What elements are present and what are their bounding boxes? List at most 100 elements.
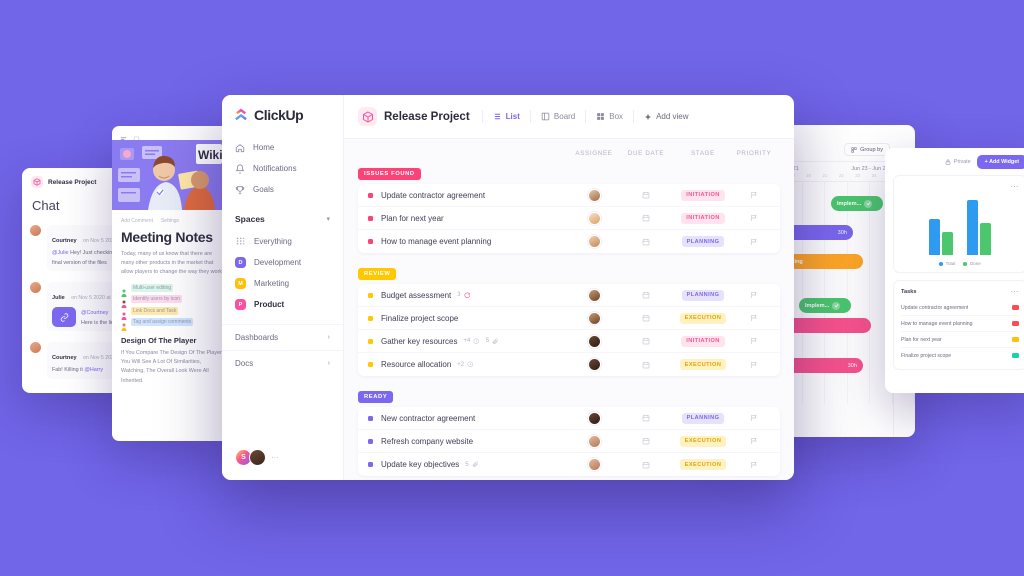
stage-badge[interactable]: EXECUTION bbox=[679, 435, 727, 447]
space-avatar: D bbox=[235, 257, 246, 268]
stage-badge[interactable]: INITIATION bbox=[681, 212, 725, 224]
priority-cell[interactable] bbox=[734, 414, 774, 422]
avatar[interactable] bbox=[587, 358, 601, 371]
due-date-cell[interactable] bbox=[620, 337, 672, 345]
gantt-bar[interactable]: Implem... bbox=[799, 298, 851, 313]
avatar[interactable] bbox=[587, 311, 601, 325]
avatar[interactable] bbox=[587, 334, 601, 348]
table-row[interactable]: Finalize project scope EXECUTION bbox=[358, 307, 780, 330]
avatar[interactable] bbox=[587, 288, 601, 302]
sidebar-item-development[interactable]: D Development bbox=[222, 252, 343, 273]
sidebar-item-marketing[interactable]: M Marketing bbox=[222, 273, 343, 294]
avatar[interactable] bbox=[587, 458, 601, 471]
table-row[interactable]: Update key objectives 5 EXECUTION bbox=[358, 453, 780, 476]
list-item[interactable]: Plan for next year bbox=[901, 332, 1019, 348]
brand[interactable]: ClickUp bbox=[222, 95, 343, 137]
add-view-button[interactable]: Add view bbox=[634, 112, 698, 121]
tab-board[interactable]: Board bbox=[531, 112, 585, 121]
table-row[interactable]: New contractor agreement PLANNING bbox=[358, 407, 780, 430]
avatar[interactable] bbox=[587, 434, 601, 448]
stage-badge[interactable]: EXECUTION bbox=[679, 312, 727, 324]
tab-box[interactable]: Box bbox=[586, 112, 633, 121]
clickup-logo-icon bbox=[234, 108, 248, 122]
sidebar-item-docs[interactable]: Docs › bbox=[222, 350, 343, 376]
table-row[interactable]: How to manage event planning PLANNING bbox=[358, 230, 780, 253]
status-dot bbox=[368, 338, 373, 344]
sidebar-item-home[interactable]: Home bbox=[222, 137, 343, 158]
due-date-cell[interactable] bbox=[620, 291, 672, 299]
due-date-cell[interactable] bbox=[620, 238, 672, 246]
stage-badge[interactable]: EXECUTION bbox=[679, 459, 727, 470]
due-date-cell[interactable] bbox=[620, 214, 672, 222]
sidebar-item-goals[interactable]: Goals bbox=[222, 179, 343, 200]
table-row[interactable]: Plan for next year INITIATION bbox=[358, 207, 780, 230]
priority-cell[interactable] bbox=[734, 437, 774, 445]
attachment-card[interactable] bbox=[52, 307, 76, 328]
list-item[interactable]: Update contractor agreement bbox=[901, 300, 1019, 316]
sidebar-item-dashboards[interactable]: Dashboards › bbox=[222, 324, 343, 350]
priority-cell[interactable] bbox=[734, 314, 774, 322]
private-toggle[interactable]: Private bbox=[945, 159, 971, 165]
stage-badge[interactable]: INITIATION bbox=[681, 189, 725, 201]
group-badge[interactable]: READY bbox=[358, 391, 394, 403]
avatar[interactable] bbox=[587, 235, 601, 248]
priority-cell[interactable] bbox=[734, 214, 774, 222]
stage-badge[interactable]: EXECUTION bbox=[679, 359, 727, 370]
menu-icon[interactable] bbox=[120, 130, 127, 142]
priority-cell[interactable] bbox=[734, 461, 774, 469]
chevron-down-icon[interactable]: ▾ bbox=[326, 215, 330, 223]
list-item[interactable]: How to manage event planning bbox=[901, 316, 1019, 332]
due-date-cell[interactable] bbox=[620, 437, 672, 445]
table-row[interactable]: Refresh company website EXECUTION bbox=[358, 430, 780, 453]
stage-badge[interactable]: INITIATION bbox=[681, 335, 725, 347]
gantt-bar[interactable]: Implem... bbox=[831, 196, 883, 211]
spaces-section-header[interactable]: Spaces ▾ bbox=[222, 200, 343, 231]
widget-more-icon[interactable]: ⋯ bbox=[1011, 182, 1020, 191]
widget-more-icon[interactable]: ⋯ bbox=[1011, 287, 1020, 296]
table-row[interactable]: Budget assessment 3 PLANNING bbox=[358, 284, 780, 307]
priority-cell[interactable] bbox=[734, 291, 774, 299]
mention[interactable]: @Courtney bbox=[81, 310, 108, 316]
priority-cell[interactable] bbox=[734, 238, 774, 246]
due-date-cell[interactable] bbox=[620, 191, 672, 199]
mention[interactable]: @Julie bbox=[52, 250, 69, 256]
avatar[interactable] bbox=[587, 211, 601, 225]
avatar[interactable] bbox=[249, 449, 266, 466]
list-item[interactable]: Finalize project scope bbox=[901, 348, 1019, 363]
table-row[interactable]: Resource allocation +2 EXECUTION bbox=[358, 353, 780, 376]
stage-badge[interactable]: PLANNING bbox=[681, 412, 725, 424]
settings-button[interactable]: Settings bbox=[161, 218, 179, 224]
page-icon[interactable] bbox=[133, 130, 140, 142]
group-badge[interactable]: REVIEW bbox=[358, 268, 397, 280]
avatar[interactable] bbox=[587, 188, 601, 202]
flag-icon bbox=[751, 361, 757, 368]
person-icon bbox=[121, 307, 127, 320]
priority-cell[interactable] bbox=[734, 361, 774, 369]
due-date-cell[interactable] bbox=[620, 414, 672, 422]
svg-text:Wiki: Wiki bbox=[198, 148, 223, 162]
stage-badge[interactable]: PLANNING bbox=[681, 236, 725, 247]
more-icon[interactable]: ⋯ bbox=[271, 453, 279, 462]
due-date-cell[interactable] bbox=[620, 461, 672, 469]
task-name: How to manage event planning bbox=[381, 237, 492, 246]
priority-cell[interactable] bbox=[734, 337, 774, 345]
stage-badge[interactable]: PLANNING bbox=[681, 289, 725, 301]
sidebar-item-notifications[interactable]: Notifications bbox=[222, 158, 343, 179]
avatar[interactable] bbox=[587, 411, 601, 425]
add-comment-button[interactable]: Add Comment bbox=[121, 218, 153, 224]
due-date-cell[interactable] bbox=[620, 361, 672, 369]
add-widget-button[interactable]: + Add Widget bbox=[976, 155, 1024, 169]
mention[interactable]: @Harry bbox=[84, 367, 103, 373]
status-dot bbox=[368, 215, 373, 221]
due-date-cell[interactable] bbox=[620, 314, 672, 322]
group-by-button[interactable]: Group by bbox=[844, 143, 891, 156]
priority-cell[interactable] bbox=[734, 191, 774, 199]
group-badge[interactable]: ISSUES FOUND bbox=[358, 168, 421, 180]
sidebar-item-everything[interactable]: Everything bbox=[222, 231, 343, 252]
tab-list[interactable]: List bbox=[483, 112, 530, 121]
status-dot bbox=[368, 415, 373, 421]
table-row[interactable]: Gather key resources +4 5 INITIATION bbox=[358, 330, 780, 353]
sidebar-item-product[interactable]: P Product bbox=[222, 294, 343, 315]
table-row[interactable]: Update contractor agreement INITIATION bbox=[358, 184, 780, 207]
calendar-icon bbox=[642, 292, 650, 299]
